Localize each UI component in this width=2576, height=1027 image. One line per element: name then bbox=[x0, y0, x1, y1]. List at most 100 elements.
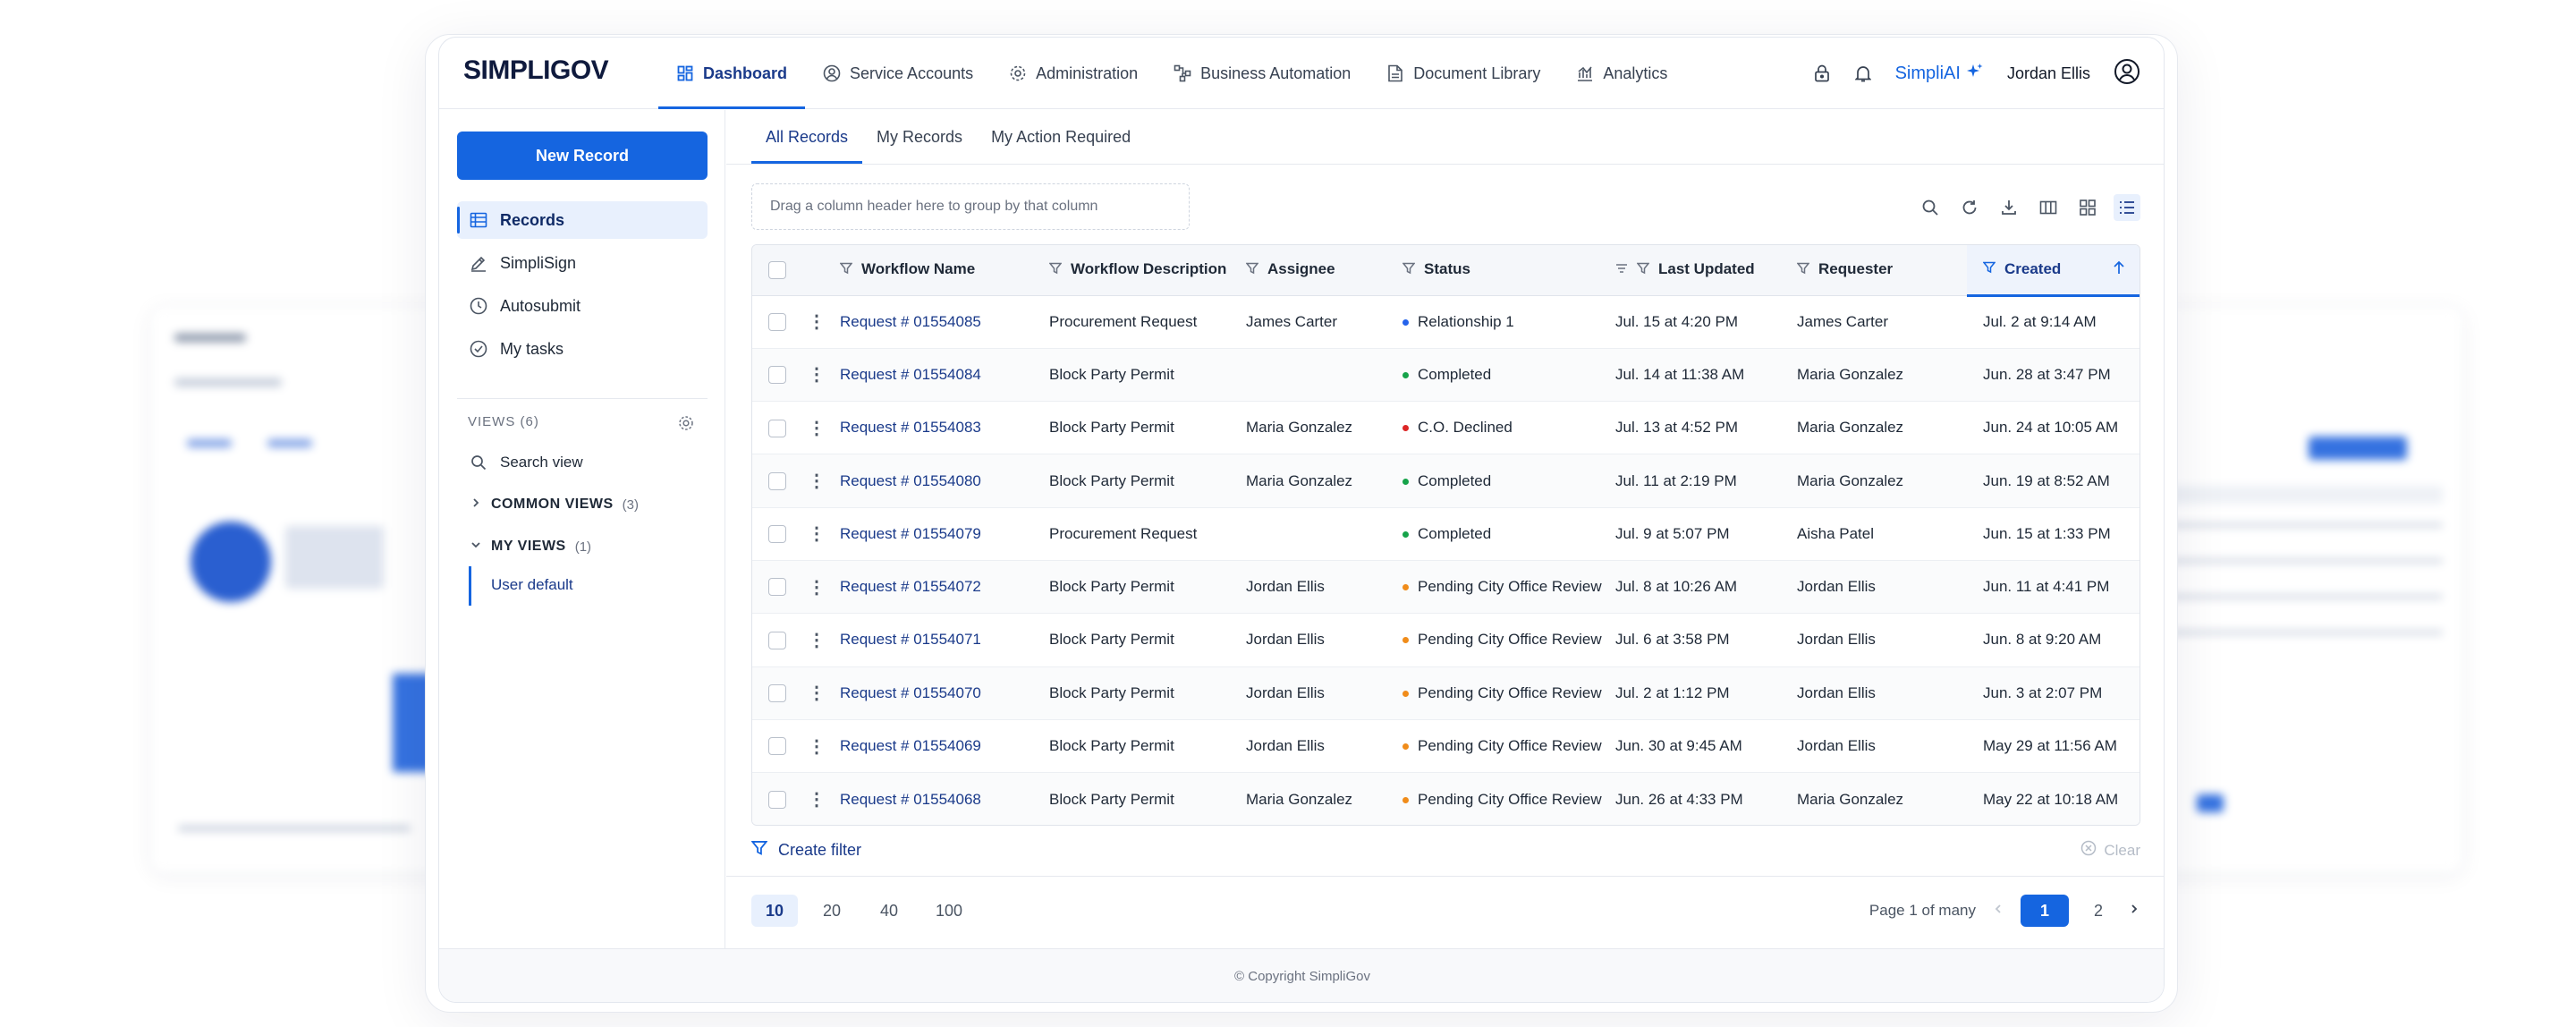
chevron-left-icon[interactable] bbox=[1992, 902, 2004, 920]
filter-icon[interactable] bbox=[1048, 261, 1063, 279]
page-button-2[interactable]: 2 bbox=[2085, 895, 2112, 927]
page-size-100[interactable]: 100 bbox=[923, 895, 975, 927]
clear-filter-button[interactable]: Clear bbox=[2080, 840, 2140, 861]
filter-icon[interactable] bbox=[1245, 261, 1259, 279]
kebab-menu-icon[interactable]: ⋮ bbox=[808, 737, 826, 757]
nav-dashboard[interactable]: Dashboard bbox=[658, 38, 806, 109]
refresh-icon[interactable] bbox=[1956, 194, 1983, 221]
simpliai-button[interactable]: SimpliAI bbox=[1895, 63, 1984, 85]
filter-icon[interactable] bbox=[1982, 260, 1996, 278]
columns-icon[interactable] bbox=[2035, 194, 2062, 221]
nav-document-library[interactable]: Document Library bbox=[1368, 38, 1558, 109]
kebab-menu-icon[interactable]: ⋮ bbox=[808, 578, 826, 598]
row-checkbox[interactable] bbox=[768, 419, 786, 437]
user-name[interactable]: Jordan Ellis bbox=[2007, 64, 2090, 83]
sidebar-item-autosubmit[interactable]: Autosubmit bbox=[457, 287, 708, 325]
page-size-10[interactable]: 10 bbox=[751, 895, 798, 927]
common-views-group[interactable]: COMMON VIEWS (3) bbox=[457, 486, 708, 523]
row-checkbox[interactable] bbox=[768, 790, 786, 809]
record-link[interactable]: Request # 01554068 bbox=[840, 791, 981, 808]
sidebar-item-records[interactable]: Records bbox=[457, 201, 708, 239]
filter-icon[interactable] bbox=[1402, 261, 1416, 279]
record-link[interactable]: Request # 01554083 bbox=[840, 419, 981, 436]
kebab-menu-icon[interactable]: ⋮ bbox=[808, 631, 826, 650]
download-icon[interactable] bbox=[1996, 194, 2022, 221]
filter-icon[interactable] bbox=[840, 261, 853, 279]
record-link[interactable]: Request # 01554069 bbox=[840, 737, 981, 754]
sort-ascending-icon[interactable] bbox=[2113, 260, 2125, 279]
row-checkbox[interactable] bbox=[768, 631, 786, 649]
record-link[interactable]: Request # 01554084 bbox=[840, 366, 981, 383]
record-link[interactable]: Request # 01554080 bbox=[840, 472, 981, 489]
table-row[interactable]: ⋮ Request # 01554083 Block Party Permit Mar… bbox=[752, 401, 2140, 455]
table-row[interactable]: ⋮ Request # 01554071 Block Party Permit Jor… bbox=[752, 613, 2140, 667]
row-checkbox[interactable] bbox=[768, 737, 786, 756]
new-record-button[interactable]: New Record bbox=[457, 132, 708, 180]
column-header-workflow-name[interactable]: Workflow Name bbox=[840, 245, 1038, 296]
nav-administration[interactable]: Administration bbox=[991, 38, 1156, 109]
kebab-menu-icon[interactable]: ⋮ bbox=[808, 312, 826, 332]
column-header-requester[interactable]: Requester bbox=[1786, 245, 1967, 296]
table-row[interactable]: ⋮ Request # 01554069 Block Party Permit Jor… bbox=[752, 719, 2140, 774]
sidebar-item-my-tasks[interactable]: My tasks bbox=[457, 330, 708, 368]
tab-my-records[interactable]: My Records bbox=[862, 110, 977, 164]
column-header-last-updated[interactable]: Last Updated bbox=[1605, 245, 1786, 296]
column-header-created[interactable]: Created bbox=[1967, 245, 2140, 297]
record-link[interactable]: Request # 01554070 bbox=[840, 684, 981, 701]
table-row[interactable]: ⋮ Request # 01554068 Block Party Permit Mar… bbox=[752, 772, 2140, 825]
bell-icon[interactable] bbox=[1854, 64, 1872, 82]
simpligov-logo[interactable]: SIMPLIGOV bbox=[463, 55, 609, 86]
filter-icon[interactable] bbox=[1636, 261, 1650, 279]
kebab-menu-icon[interactable]: ⋮ bbox=[808, 365, 826, 385]
table-row[interactable]: ⋮ Request # 01554080 Block Party Permit Mar… bbox=[752, 454, 2140, 508]
row-checkbox[interactable] bbox=[768, 683, 786, 702]
group-by-dropzone[interactable]: Drag a column header here to group by th… bbox=[751, 183, 1190, 230]
page-button-1[interactable]: 1 bbox=[2021, 895, 2069, 927]
nav-service-accounts[interactable]: Service Accounts bbox=[805, 38, 991, 109]
kebab-menu-icon[interactable]: ⋮ bbox=[808, 524, 826, 544]
tab-my-action-required[interactable]: My Action Required bbox=[977, 110, 1145, 164]
kebab-menu-icon[interactable]: ⋮ bbox=[808, 419, 826, 438]
grid-view-icon[interactable] bbox=[2074, 194, 2101, 221]
sidebar-item-simplisign[interactable]: SimpliSign bbox=[457, 244, 708, 282]
row-checkbox[interactable] bbox=[768, 312, 786, 331]
search-view[interactable]: Search view bbox=[457, 444, 708, 481]
filter-icon[interactable] bbox=[1796, 261, 1810, 279]
tab-all-records[interactable]: All Records bbox=[751, 110, 863, 164]
record-link[interactable]: Request # 01554072 bbox=[840, 578, 981, 595]
search-icon[interactable] bbox=[1917, 194, 1944, 221]
record-link[interactable]: Request # 01554085 bbox=[840, 313, 981, 330]
user-avatar-icon[interactable] bbox=[2114, 58, 2140, 89]
record-link[interactable]: Request # 01554079 bbox=[840, 525, 981, 542]
lock-icon[interactable] bbox=[1813, 64, 1831, 82]
chevron-right-icon[interactable] bbox=[2128, 902, 2140, 920]
table-row[interactable]: ⋮ Request # 01554079 Procurement Request Co… bbox=[752, 507, 2140, 561]
page-size-40[interactable]: 40 bbox=[866, 895, 912, 927]
nav-business-automation[interactable]: Business Automation bbox=[1156, 38, 1368, 109]
sort-icon[interactable] bbox=[1615, 261, 1628, 279]
kebab-menu-icon[interactable]: ⋮ bbox=[808, 683, 826, 703]
create-filter-button[interactable]: Create filter bbox=[750, 840, 861, 861]
row-checkbox[interactable] bbox=[768, 525, 786, 544]
views-settings-icon[interactable] bbox=[677, 414, 695, 437]
list-view-icon[interactable] bbox=[2114, 194, 2140, 221]
row-checkbox[interactable] bbox=[768, 578, 786, 597]
nav-analytics[interactable]: Analytics bbox=[1558, 38, 1685, 109]
row-checkbox[interactable] bbox=[768, 471, 786, 490]
table-row[interactable]: ⋮ Request # 01554070 Block Party Permit Jor… bbox=[752, 666, 2140, 720]
row-checkbox[interactable] bbox=[768, 366, 786, 385]
column-header-status[interactable]: Status bbox=[1392, 245, 1605, 296]
column-header-assignee[interactable]: Assignee bbox=[1235, 245, 1392, 296]
column-header-workflow-description[interactable]: Workflow Description bbox=[1038, 245, 1235, 296]
select-all-checkbox[interactable] bbox=[768, 261, 786, 279]
my-views-group[interactable]: MY VIEWS (1) bbox=[457, 528, 708, 565]
cell-workflow-description: Block Party Permit bbox=[1038, 666, 1235, 720]
table-row[interactable]: ⋮ Request # 01554084 Block Party Permit Com… bbox=[752, 348, 2140, 403]
kebab-menu-icon[interactable]: ⋮ bbox=[808, 790, 826, 810]
kebab-menu-icon[interactable]: ⋮ bbox=[808, 471, 826, 491]
table-row[interactable]: ⋮ Request # 01554072 Block Party Permit Jor… bbox=[752, 560, 2140, 615]
user-default-view[interactable]: User default bbox=[491, 576, 573, 594]
record-link[interactable]: Request # 01554071 bbox=[840, 631, 981, 648]
table-row[interactable]: ⋮ Request # 01554085 Procurement Request Ja… bbox=[752, 295, 2140, 349]
page-size-20[interactable]: 20 bbox=[809, 895, 855, 927]
